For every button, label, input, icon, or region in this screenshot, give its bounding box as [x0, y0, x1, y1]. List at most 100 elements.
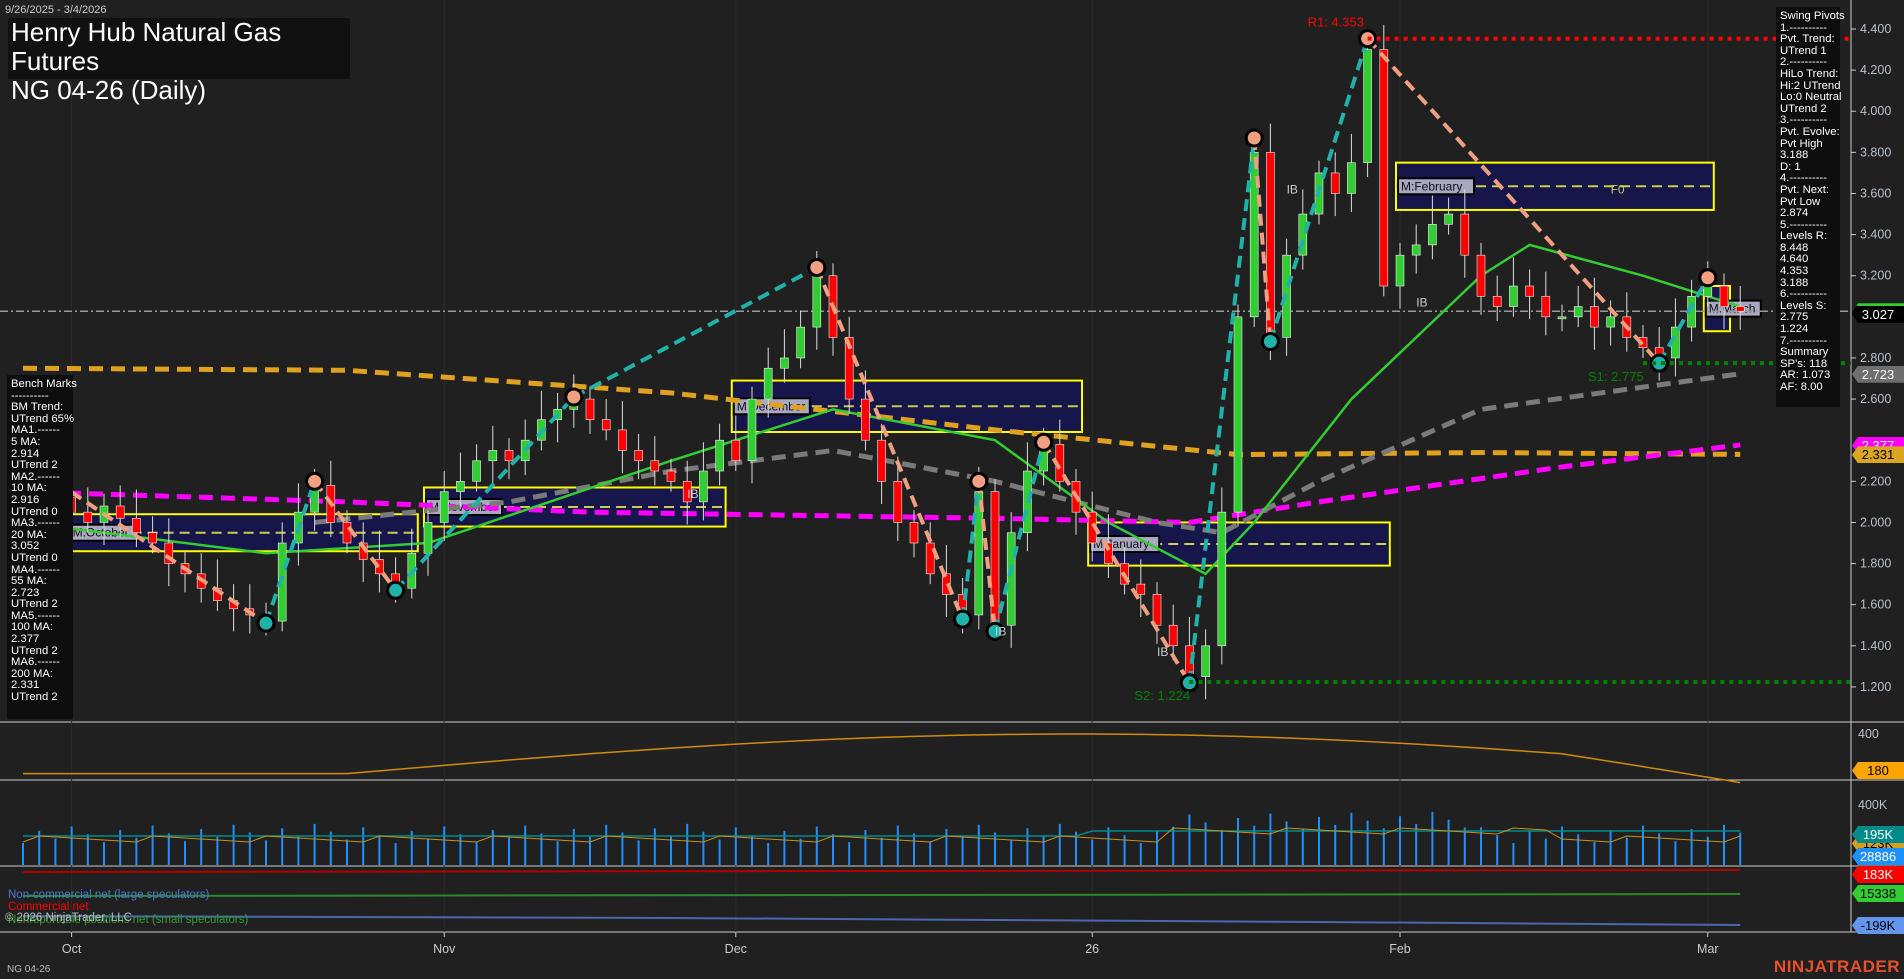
copyright: © 2026 NinjaTrader, LLC — [5, 912, 132, 924]
y-tick-label: 2.800 — [1860, 351, 1891, 365]
y-tick-label: 4.400 — [1860, 22, 1891, 36]
candle-down — [618, 430, 626, 451]
swing-high-marker — [1700, 270, 1716, 286]
volume-blue-tag: 28886 — [1852, 848, 1904, 865]
swing-up-line — [574, 267, 817, 397]
volume-teal-tag: 195K — [1852, 826, 1904, 843]
candle-up — [1234, 317, 1242, 512]
candle-down — [1542, 296, 1550, 317]
candle-up — [1202, 646, 1210, 677]
candle-up — [440, 492, 448, 523]
candle-down — [651, 461, 659, 471]
candle-down — [343, 522, 351, 543]
cot-large-spec-tag: -199K — [1852, 917, 1904, 934]
y-tick-label: 3.800 — [1860, 145, 1891, 159]
candle-down — [602, 420, 610, 430]
bench-line: UTrend 2 — [11, 460, 69, 472]
candle-up — [797, 327, 805, 358]
cot-small-spec-line — [23, 894, 1740, 896]
symbol-label: NG 04-26 — [7, 964, 50, 975]
candle-up — [1347, 163, 1355, 194]
annotation-label: IB — [1157, 645, 1168, 659]
price-chart[interactable]: 4.4004.2004.0003.8003.6003.4003.2002.800… — [0, 0, 1904, 979]
swing-pivots-panel: Swing Pivots1.----------Pvt. Trend:UTren… — [1776, 7, 1840, 407]
candle-down — [926, 543, 934, 574]
candle-down — [505, 450, 513, 460]
candle-up — [1574, 307, 1582, 317]
candle-down — [1137, 584, 1145, 594]
annotation-label: IB — [687, 487, 698, 501]
ninjatrader-logo: NINJATRADER — [1774, 957, 1900, 977]
x-tick-label: Dec — [725, 942, 747, 956]
candle-down — [732, 440, 740, 461]
candle-up — [764, 368, 772, 399]
price-tag: 2.331 — [1852, 446, 1904, 463]
swing-low-marker — [258, 615, 274, 631]
oscillator-line — [23, 734, 1740, 783]
swing-low-marker — [955, 611, 971, 627]
pivots-line: 2.874 — [1780, 208, 1836, 220]
swing-low-marker — [1262, 334, 1278, 350]
chart-title-box: Henry Hub Natural Gas Futures NG 04-26 (… — [8, 18, 350, 79]
annotation-label: IB — [995, 625, 1006, 639]
candle-down — [116, 506, 124, 518]
x-tick-label: Oct — [62, 942, 82, 956]
swing-high-marker — [1246, 130, 1262, 146]
cot-small-spec-tag: 15338 — [1852, 885, 1904, 902]
bench-line: Bench Marks — [11, 379, 69, 391]
y-tick-label: 2.000 — [1860, 515, 1891, 529]
swing-down-line — [817, 267, 963, 619]
bench-line: 55 MA: — [11, 576, 69, 588]
candle-up — [1558, 317, 1566, 319]
candle-down — [1169, 625, 1177, 646]
candle-down — [861, 399, 869, 440]
candle-down — [667, 471, 675, 481]
candle-down — [1380, 50, 1388, 286]
swing-high-marker — [1036, 434, 1052, 450]
bench-marks-panel: Bench Marks----------BM Trend:UTrend 65%… — [7, 375, 73, 719]
y-tick-label: 4.200 — [1860, 63, 1891, 77]
candle-up — [780, 358, 788, 368]
annotation-label: IB — [1287, 182, 1298, 196]
candle-down — [84, 512, 92, 522]
candle-up — [1412, 245, 1420, 255]
candle-up — [473, 461, 481, 482]
candle-up — [716, 440, 724, 471]
osc-value-tag: 180 — [1852, 762, 1904, 779]
candle-down — [910, 522, 918, 543]
date-range: 9/26/2025 - 3/4/2026 — [5, 4, 107, 16]
bench-line: UTrend 2 — [11, 692, 69, 704]
candle-down — [1736, 307, 1744, 312]
candle-up — [1218, 512, 1226, 646]
y-tick-label: 2.600 — [1860, 392, 1891, 406]
pivots-line: Pvt. Evolve: — [1780, 127, 1836, 139]
price-tag: 3.027 — [1852, 303, 1904, 323]
candle-up — [813, 276, 821, 327]
annotation-label: F0 — [1611, 182, 1625, 196]
pivots-line: HiLo Trend: — [1780, 69, 1836, 81]
pivots-line: Pvt. Next: — [1780, 185, 1836, 197]
bench-line: MA3.------ — [11, 518, 69, 530]
price-tag: 2.723 — [1852, 366, 1904, 383]
candle-up — [1428, 224, 1436, 245]
candle-up — [1509, 286, 1517, 307]
x-tick-label: Mar — [1697, 942, 1719, 956]
legend-noncommercial: Non-commercial net (large speculators) — [8, 889, 209, 901]
candle-up — [1007, 533, 1015, 626]
cot-commercial-tag: 183K — [1852, 866, 1904, 883]
y-tick-label: 3.400 — [1860, 228, 1891, 242]
zone-label: M:February — [1401, 179, 1462, 193]
x-tick-label: 26 — [1085, 942, 1099, 956]
candle-down — [1590, 307, 1598, 328]
level-label: R1: 4.353 — [1308, 15, 1364, 30]
swing-low-marker — [388, 582, 404, 598]
candle-down — [1153, 594, 1161, 625]
candle-down — [1477, 255, 1485, 296]
candle-up — [1364, 50, 1372, 163]
x-tick-label: Feb — [1389, 942, 1411, 956]
candle-up — [1396, 255, 1404, 286]
chart-subtitle: NG 04-26 (Daily) — [8, 76, 350, 105]
volume-axis-label: 400K — [1858, 798, 1887, 812]
pivots-line: AF: 8.00 — [1780, 382, 1836, 394]
cot-commercial-line — [23, 870, 1740, 872]
